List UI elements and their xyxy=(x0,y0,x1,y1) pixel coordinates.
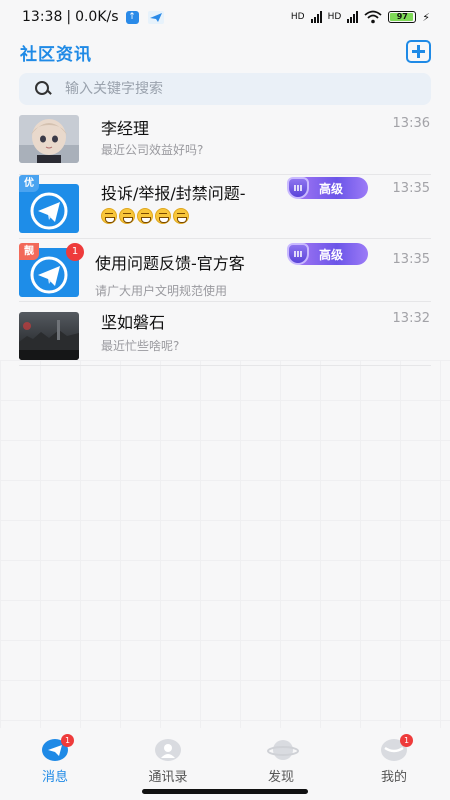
tab-label: 发现 xyxy=(267,770,294,785)
paper-plane-notification-icon xyxy=(147,10,164,24)
profile-icon: 1 xyxy=(380,734,413,762)
dark-city-avatar xyxy=(19,312,79,360)
conversation-preview: 最近忙些啥呢? xyxy=(101,339,180,353)
shield-icon: III xyxy=(287,243,309,265)
conversation-row[interactable]: 坚如磐石 最近忙些啥呢? 13:32 xyxy=(0,302,450,366)
page-title: 社区资讯 xyxy=(20,45,92,65)
signal-icon-1 xyxy=(310,11,322,23)
anime-girl-avatar xyxy=(19,115,79,163)
conversation-preview: 请广大用户文明规范使用 xyxy=(95,284,228,298)
status-bar: 13:38 | 0.0K/s ↑ HD HD 97 ⚡ xyxy=(22,9,430,25)
conversation-time: 13:36 xyxy=(392,116,430,131)
premium-badge-label: 高级 xyxy=(319,247,344,262)
home-indicator[interactable] xyxy=(142,789,308,794)
header: 社区资讯 xyxy=(0,34,450,70)
grin-emoji-icon xyxy=(137,208,153,224)
grin-emoji-icon xyxy=(173,208,189,224)
premium-badge: III 高级 xyxy=(287,243,368,265)
premium-badge-label: 高级 xyxy=(319,181,344,196)
background-grid xyxy=(0,360,450,730)
tab-contacts[interactable]: 通讯录 xyxy=(123,738,213,785)
tab-discover[interactable]: 发现 xyxy=(236,738,326,785)
signal-icon-2 xyxy=(347,11,359,23)
grin-emoji-icon xyxy=(155,208,171,224)
conversation-name: 使用问题反馈-官方客 xyxy=(95,254,245,273)
conversation-name: 李经理 xyxy=(101,119,150,138)
tab-label: 我的 xyxy=(380,770,407,785)
tab-badge: 1 xyxy=(61,734,74,747)
tab-me[interactable]: 1 我的 xyxy=(349,734,439,785)
tag-liang: 靓 xyxy=(19,243,39,260)
tab-label: 消息 xyxy=(41,770,68,785)
tab-messages[interactable]: 1 消息 xyxy=(10,734,100,785)
status-net-speed: 0.0K/s xyxy=(75,9,119,25)
planet-icon xyxy=(267,738,299,762)
conversation-row[interactable]: 李经理 最近公司效益好吗? 13:36 xyxy=(0,112,450,175)
contacts-icon xyxy=(154,738,182,762)
add-conversation-button[interactable] xyxy=(406,40,431,63)
conversation-name: 投诉/举报/封禁问题- xyxy=(101,184,246,203)
shield-icon: III xyxy=(287,177,309,199)
conversation-list: 李经理 最近公司效益好吗? 13:36 优 投诉/举报/封禁问题- 13:35 xyxy=(0,112,450,366)
search-icon xyxy=(33,79,53,99)
conversation-row[interactable]: 靓 1 使用问题反馈-官方客 请广大用户文明规范使用 13:35 xyxy=(0,239,450,302)
conversation-name: 坚如磐石 xyxy=(101,313,166,332)
upload-notification-icon: ↑ xyxy=(125,10,139,24)
conversation-time: 13:35 xyxy=(392,181,430,196)
battery-level: 97 xyxy=(396,12,408,21)
divider xyxy=(19,365,431,366)
premium-badge: III 高级 xyxy=(287,177,368,199)
battery-icon: 97 xyxy=(388,11,417,23)
conversation-preview: 最近公司效益好吗? xyxy=(101,143,204,157)
tab-label: 通讯录 xyxy=(148,770,188,785)
charging-icon: ⚡ xyxy=(422,10,430,24)
conversation-time: 13:35 xyxy=(392,252,430,267)
unread-count-badge: 1 xyxy=(66,243,84,261)
emoji-preview xyxy=(101,208,189,224)
tag-you: 优 xyxy=(19,175,39,192)
hd-label-2: HD xyxy=(327,12,342,22)
paper-plane-icon: 1 xyxy=(41,734,74,762)
wifi-icon xyxy=(364,10,382,24)
grin-emoji-icon xyxy=(119,208,135,224)
search-input[interactable] xyxy=(65,81,405,97)
search-bar[interactable] xyxy=(19,73,431,105)
status-time: 13:38 xyxy=(22,9,63,25)
tab-badge: 1 xyxy=(400,734,413,747)
conversation-time: 13:32 xyxy=(392,311,430,326)
hd-label-1: HD xyxy=(290,12,305,22)
grin-emoji-icon xyxy=(101,208,117,224)
conversation-row[interactable]: 优 投诉/举报/封禁问题- 13:35 xyxy=(0,175,450,239)
